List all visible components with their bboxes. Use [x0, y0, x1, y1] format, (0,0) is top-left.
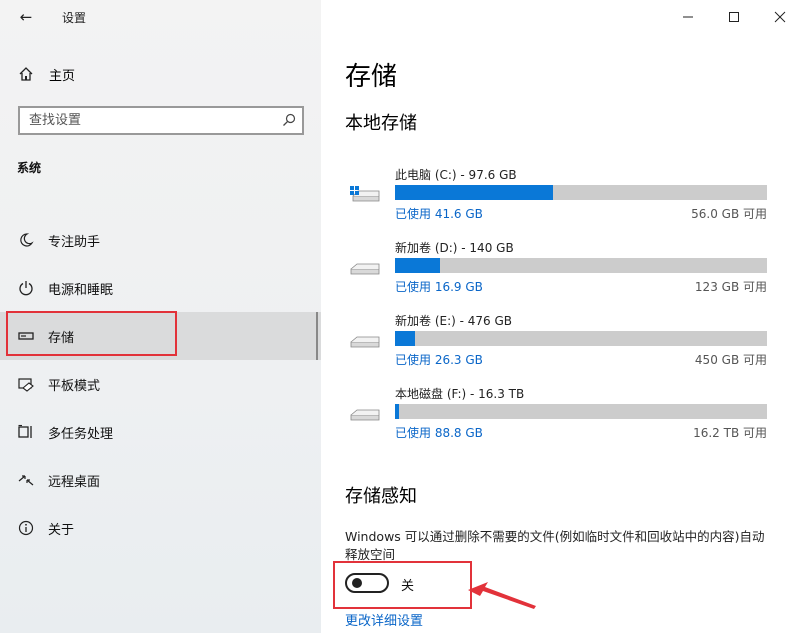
search-box[interactable] [18, 106, 304, 135]
drive-name: 此电脑 (C:) - 97.6 GB [395, 168, 517, 182]
change-settings-link[interactable]: 更改详细设置 [345, 610, 423, 629]
sidebar-item-focus-assist[interactable]: 专注助手 [0, 216, 321, 264]
drive-free: 56.0 GB 可用 [691, 207, 767, 221]
local-storage-title: 本地存储 [345, 113, 417, 134]
minimize-icon [683, 16, 693, 18]
minimize-button[interactable] [673, 6, 703, 28]
moon-icon [17, 232, 34, 249]
tablet-icon [17, 376, 34, 393]
multitask-icon [17, 424, 34, 441]
drive-name: 本地磁盘 (F:) - 16.3 TB [395, 387, 525, 401]
page-title: 存储 [345, 62, 398, 92]
maximize-icon [729, 12, 739, 22]
drive-name: 新加卷 (E:) - 476 GB [395, 314, 513, 328]
sidebar-item-remote-desktop[interactable]: 远程桌面 [0, 456, 321, 504]
sidebar-item-tablet-mode[interactable]: 平板模式 [0, 360, 321, 408]
drive-usage-bar [395, 404, 767, 419]
home-icon [19, 67, 33, 81]
drive-e[interactable]: 新加卷 (E:) - 476 GB 已使用 26.3 GB 450 GB 可用 [345, 312, 775, 372]
storage-sense-toggle[interactable] [345, 573, 389, 593]
main-content: 存储 本地存储 此电脑 (C:) - 97.6 GB 已使用 41.6 GB 5… [321, 0, 801, 633]
storage-sense-description: Windows 可以通过删除不需要的文件(例如临时文件和回收站中的内容)自动释放… [345, 529, 765, 562]
drive-usage-fill [395, 258, 440, 273]
section-label-system: 系统 [17, 161, 42, 175]
sidebar-item-label: 专注助手 [48, 234, 101, 250]
annotation-arrow-icon [468, 582, 536, 609]
search-input[interactable] [20, 108, 270, 133]
back-arrow-icon[interactable]: ← [14, 6, 38, 28]
drive-f[interactable]: 本地磁盘 (F:) - 16.3 TB 已使用 88.8 GB 16.2 TB … [345, 385, 775, 445]
drive-used: 已使用 88.8 GB [395, 426, 483, 440]
power-icon [17, 280, 34, 297]
app-title: 设置 [62, 11, 87, 25]
drive-free: 450 GB 可用 [694, 353, 767, 367]
drive-usage-fill [395, 331, 416, 346]
sidebar-item-label: 电源和睡眠 [48, 282, 114, 298]
close-button[interactable] [765, 6, 795, 28]
sidebar-nav: 专注助手 电源和睡眠 存储 平板模式 多任务处理 远程桌面 关于 [0, 216, 321, 552]
toggle-knob [352, 578, 362, 588]
system-drive-icon [350, 186, 380, 202]
sidebar-item-multitasking[interactable]: 多任务处理 [0, 408, 321, 456]
drive-free: 123 GB 可用 [694, 280, 767, 294]
remote-desktop-icon [17, 472, 34, 489]
drive-usage-fill [395, 404, 400, 419]
drive-usage-fill [395, 185, 554, 200]
drive-d[interactable]: 新加卷 (D:) - 140 GB 已使用 16.9 GB 123 GB 可用 [345, 239, 775, 299]
drive-used: 已使用 26.3 GB [395, 353, 483, 367]
annotation-highlight-storage [6, 311, 177, 356]
sidebar-item-about[interactable]: 关于 [0, 504, 321, 552]
drive-usage-bar [395, 185, 767, 200]
sidebar-item-label: 平板模式 [48, 378, 101, 394]
drive-c[interactable]: 此电脑 (C:) - 97.6 GB 已使用 41.6 GB 56.0 GB 可… [345, 166, 775, 226]
home-link[interactable]: 主页 [18, 64, 75, 84]
search-icon[interactable] [282, 113, 296, 127]
drive-icon [350, 409, 380, 421]
drive-free: 16.2 TB 可用 [693, 426, 767, 440]
toggle-state-label: 关 [401, 579, 415, 594]
sidebar-item-power-sleep[interactable]: 电源和睡眠 [0, 264, 321, 312]
drive-icon [350, 336, 380, 348]
sidebar-item-label: 远程桌面 [48, 474, 101, 490]
drive-used: 已使用 16.9 GB [395, 280, 483, 294]
home-label: 主页 [49, 68, 76, 84]
maximize-button[interactable] [719, 6, 749, 28]
drive-usage-bar [395, 258, 767, 273]
drive-usage-bar [395, 331, 767, 346]
drive-used: 已使用 41.6 GB [395, 207, 483, 221]
storage-sense-title: 存储感知 [345, 486, 417, 507]
sidebar: ← 设置 主页 系统 专注助手 电源和睡眠 [0, 0, 321, 633]
close-icon [774, 11, 786, 23]
sidebar-item-label: 关于 [48, 522, 75, 538]
drive-icon [350, 263, 380, 275]
drive-name: 新加卷 (D:) - 140 GB [395, 241, 514, 255]
info-icon [17, 520, 34, 537]
sidebar-item-label: 多任务处理 [48, 426, 114, 442]
